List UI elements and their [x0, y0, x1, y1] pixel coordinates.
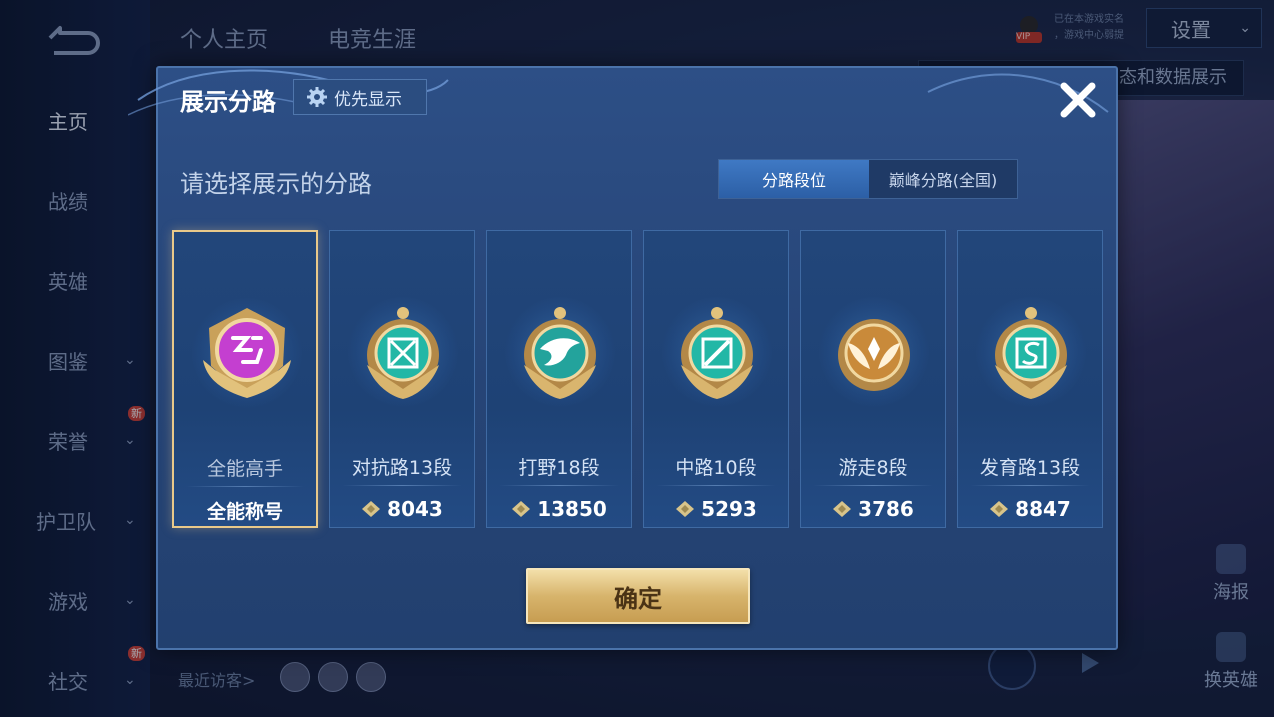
divider [342, 485, 462, 486]
confirm-button[interactable]: 确定 [526, 568, 750, 624]
allround-title-label: 全能称号 [206, 500, 283, 523]
lane-score: 13850 [537, 497, 607, 521]
lane-score: 5293 [701, 497, 757, 521]
divider [656, 485, 776, 486]
divider [813, 485, 933, 486]
card-footer: 5293 [644, 491, 788, 527]
lane-score: 3786 [858, 497, 914, 521]
tab-peak-lane[interactable]: 巅峰分路(全国) [869, 160, 1017, 198]
lane-type-toggle: 分路段位 巅峰分路(全国) [718, 159, 1018, 199]
lane-name: 全能高手 [206, 458, 283, 480]
lane-card-jungle[interactable]: 打野18段 13850 [486, 230, 632, 528]
close-icon[interactable] [1056, 78, 1100, 122]
divider [186, 486, 304, 487]
lane-card-mid[interactable]: 中路10段 5293 [643, 230, 789, 528]
mid-lane-emblem-icon [681, 307, 753, 399]
dialog-title: 展示分路 [180, 88, 276, 116]
farm-lane-emblem-icon [995, 307, 1067, 399]
lane-name: 打野18段 [518, 457, 600, 479]
divider [970, 485, 1090, 486]
dialog-subtitle: 请选择展示的分路 [180, 170, 372, 198]
gear-icon [307, 87, 327, 107]
roam-emblem-icon [838, 319, 910, 391]
lane-card-roam[interactable]: 游走8段 3786 [800, 230, 946, 528]
jungle-emblem-icon [524, 307, 596, 399]
lane-card-clash[interactable]: 对抗路13段 8043 [329, 230, 475, 528]
lane-score: 8043 [387, 497, 443, 521]
lane-card-allround[interactable]: 全能高手 全能称号 [172, 230, 318, 528]
lane-card-list: 全能高手 全能称号 对抗路13段 8043 打野18段 13850 中路10段 … [172, 230, 1106, 530]
score-icon [990, 501, 1009, 517]
priority-display-button[interactable]: 优先显示 [293, 79, 427, 115]
lane-name: 中路10段 [675, 457, 757, 479]
allround-emblem-icon [203, 308, 291, 398]
card-footer: 13850 [487, 491, 631, 527]
lane-name: 对抗路13段 [351, 457, 453, 479]
divider [499, 485, 619, 486]
priority-label: 优先显示 [334, 89, 402, 110]
lane-name: 发育路13段 [979, 457, 1081, 479]
lane-score: 8847 [1015, 497, 1071, 521]
card-footer: 8043 [330, 491, 474, 527]
score-icon [512, 501, 531, 517]
score-icon [362, 501, 381, 517]
display-lane-dialog: 展示分路 优先显示 请选择展示的分路 分路段位 巅峰分路(全国) 全能高手 全能… [128, 66, 1118, 650]
lane-name: 游走8段 [838, 457, 908, 479]
score-icon [676, 501, 695, 517]
score-icon [833, 501, 852, 517]
lane-card-farm[interactable]: 发育路13段 8847 [957, 230, 1103, 528]
tab-lane-rank[interactable]: 分路段位 [719, 160, 869, 198]
card-footer: 8847 [958, 491, 1102, 527]
clash-lane-emblem-icon [367, 307, 439, 399]
card-footer: 3786 [801, 491, 945, 527]
card-footer: 全能称号 [174, 492, 316, 528]
